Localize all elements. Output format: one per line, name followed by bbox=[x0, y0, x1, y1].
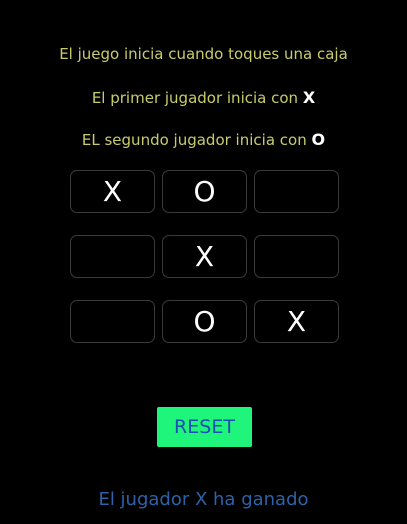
game-board: X O X O X bbox=[70, 170, 339, 344]
instruction-start-text: El juego inicia cuando toques una caja bbox=[59, 45, 348, 63]
board-cell-1[interactable]: X bbox=[70, 170, 155, 213]
board-cell-5[interactable]: X bbox=[162, 235, 247, 278]
game-status: El jugador X ha ganado bbox=[98, 489, 309, 510]
board-cell-4[interactable] bbox=[70, 235, 155, 278]
second-player-mark: O bbox=[311, 130, 326, 149]
board-cell-3[interactable] bbox=[254, 170, 339, 213]
instruction-second-player-text: EL segundo jugador inicia con bbox=[81, 131, 312, 149]
board-cell-9[interactable]: X bbox=[254, 300, 339, 343]
board-cell-7[interactable] bbox=[70, 300, 155, 343]
instruction-start: El juego inicia cuando toques una caja bbox=[0, 44, 407, 64]
board-cell-6[interactable] bbox=[254, 235, 339, 278]
instruction-first-player-text: El primer jugador inicia con bbox=[91, 89, 303, 107]
reset-button[interactable]: RESET bbox=[157, 407, 252, 447]
instruction-second-player: EL segundo jugador inicia con O bbox=[0, 130, 407, 150]
board-cell-2[interactable]: O bbox=[162, 170, 247, 213]
board-cell-8[interactable]: O bbox=[162, 300, 247, 343]
instruction-first-player: El primer jugador inicia con X bbox=[0, 88, 407, 108]
first-player-mark: X bbox=[302, 88, 316, 107]
